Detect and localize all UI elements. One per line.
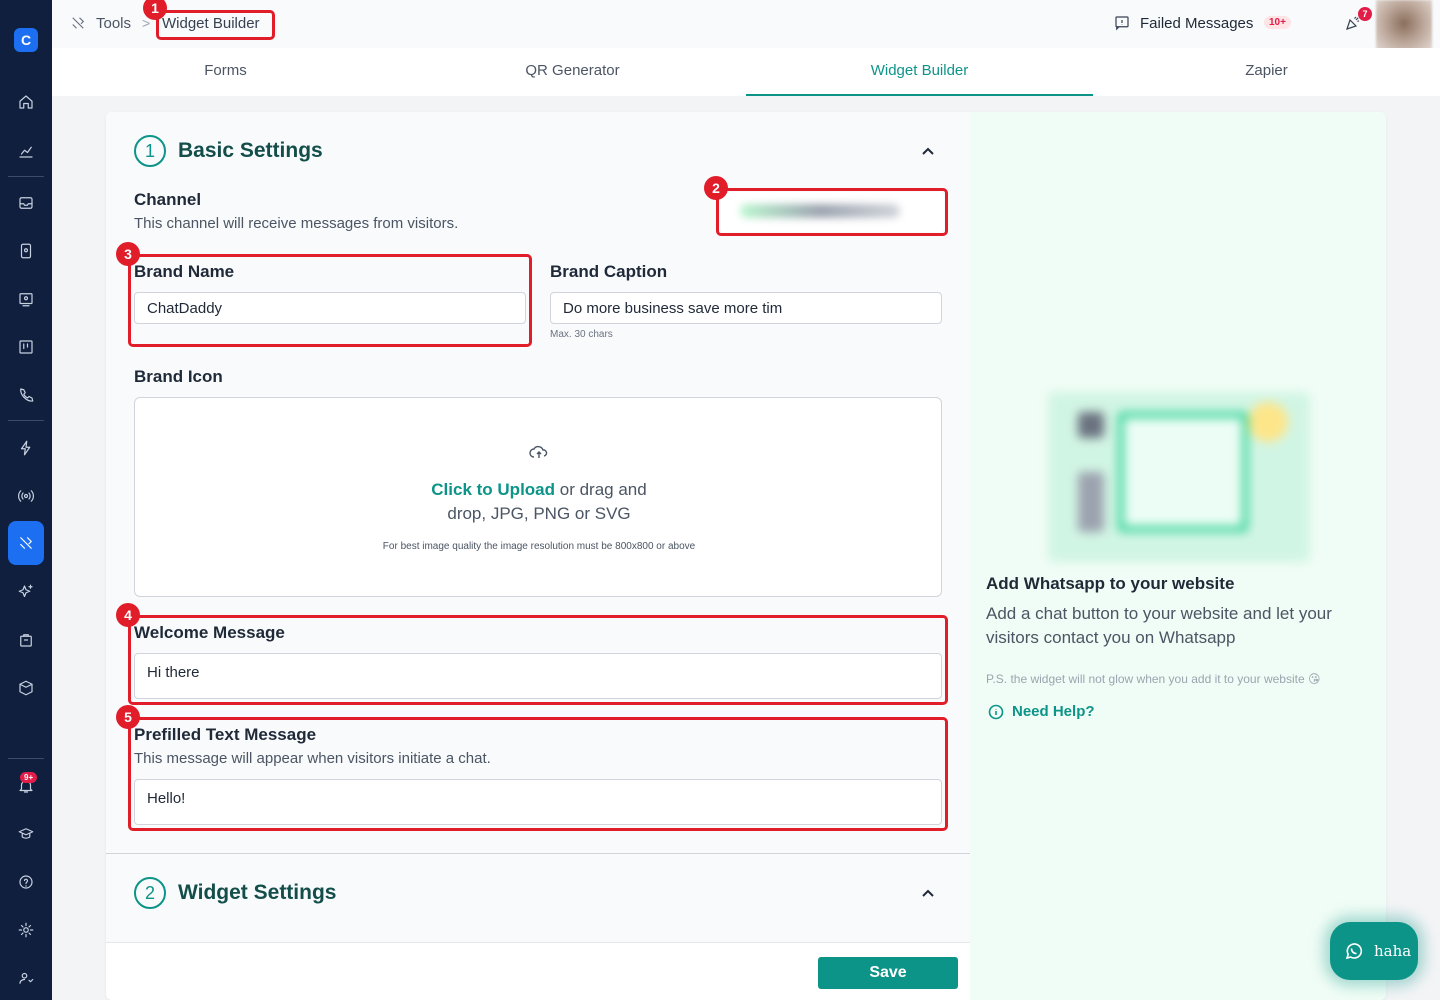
widget-preview-panel: Add Whatsapp to your website Add a chat … xyxy=(970,112,1386,1000)
section-number: 2 xyxy=(134,877,166,909)
kanban-icon[interactable] xyxy=(14,335,38,359)
settings-gear-icon[interactable] xyxy=(14,918,38,942)
prefilled-message-label: Prefilled Text Message xyxy=(134,725,317,744)
announcement-badge: 7 xyxy=(1358,7,1372,21)
brand-caption-hint: Max. 30 chars xyxy=(550,329,613,340)
whatsapp-icon xyxy=(1344,941,1364,961)
need-help-link[interactable]: Need Help? xyxy=(1012,703,1095,720)
failed-messages-link[interactable]: Failed Messages xyxy=(1140,15,1253,32)
channel-description: This channel will receive messages from … xyxy=(134,215,459,232)
chevron-up-icon[interactable] xyxy=(920,144,936,160)
channel-select[interactable] xyxy=(720,192,944,232)
annotation-marker: 2 xyxy=(704,176,728,200)
tab-zapier[interactable]: Zapier xyxy=(1093,48,1440,96)
tools-icon xyxy=(69,14,89,34)
widget-settings-title: Widget Settings xyxy=(178,881,337,904)
top-bar: Tools > Widget Builder Failed Messages 1… xyxy=(52,0,1440,52)
tab-qr-generator[interactable]: QR Generator xyxy=(399,48,746,96)
basic-settings-title: Basic Settings xyxy=(178,139,323,162)
sidebar: C 9+ xyxy=(0,0,52,1000)
welcome-message-label: Welcome Message xyxy=(134,623,285,642)
annotation-marker: 3 xyxy=(116,242,140,266)
brand-icon-dropzone[interactable]: Click to Upload or drag and drop, JPG, P… xyxy=(134,397,942,597)
ai-sparkle-icon[interactable] xyxy=(14,580,38,604)
prefilled-message-description: This message will appear when visitors i… xyxy=(134,750,491,767)
sidebar-divider xyxy=(8,176,44,177)
form-footer: Save xyxy=(106,942,970,1000)
brand-name-input[interactable] xyxy=(134,292,526,324)
automation-icon[interactable] xyxy=(14,436,38,460)
signal-icon[interactable] xyxy=(14,484,38,508)
widget-preview-illustration xyxy=(1048,392,1310,562)
failed-messages-badge: 10+ xyxy=(1264,16,1291,29)
message-alert-icon[interactable] xyxy=(1113,14,1131,32)
cloud-upload-icon xyxy=(529,444,549,460)
upload-instructions-rest: or drag and xyxy=(555,480,647,499)
preview-note: P.S. the widget will not glow when you a… xyxy=(986,672,1321,686)
app-logo[interactable]: C xyxy=(14,28,38,52)
notification-badge: 9+ xyxy=(20,772,38,783)
preview-shape xyxy=(1248,402,1288,442)
team-settings-icon[interactable] xyxy=(14,966,38,990)
click-to-upload-link[interactable]: Click to Upload xyxy=(431,480,555,499)
upload-instructions: Click to Upload or drag and xyxy=(135,480,943,500)
upload-formats: drop, JPG, PNG or SVG xyxy=(447,504,631,523)
sidebar-divider xyxy=(8,420,44,421)
academy-icon[interactable] xyxy=(14,822,38,846)
contacts-icon[interactable] xyxy=(14,239,38,263)
tab-forms[interactable]: Forms xyxy=(52,48,399,96)
user-avatar[interactable] xyxy=(1376,0,1432,52)
preview-window xyxy=(1118,412,1248,532)
save-button[interactable]: Save xyxy=(818,957,958,989)
preview-title: Add Whatsapp to your website xyxy=(986,574,1235,593)
brand-name-label: Brand Name xyxy=(134,262,235,281)
brand-caption-label: Brand Caption xyxy=(550,262,668,281)
brand-icon-label: Brand Icon xyxy=(134,367,223,386)
phone-icon[interactable] xyxy=(14,383,38,407)
shop-icon[interactable] xyxy=(14,628,38,652)
package-icon[interactable] xyxy=(14,676,38,700)
tools-tabs: Forms QR Generator Widget Builder Zapier xyxy=(52,48,1440,96)
whatsapp-widget-button[interactable]: haha xyxy=(1330,922,1418,980)
preview-shape xyxy=(1078,412,1104,438)
section-number: 1 xyxy=(134,135,166,167)
preview-shape xyxy=(1078,472,1104,532)
analytics-icon[interactable] xyxy=(14,139,38,163)
upload-resolution-hint: For best image quality the image resolut… xyxy=(382,541,696,552)
annotation-marker: 4 xyxy=(116,603,140,627)
channel-label: Channel xyxy=(134,190,202,209)
channel-value-redacted xyxy=(740,204,900,218)
info-icon xyxy=(988,704,1004,720)
welcome-message-input[interactable]: Hi there xyxy=(134,653,942,699)
tools-icon[interactable] xyxy=(14,531,38,555)
tab-widget-builder[interactable]: Widget Builder xyxy=(746,48,1093,96)
prefilled-message-input[interactable]: Hello! xyxy=(134,779,942,825)
breadcrumb-current: Widget Builder xyxy=(162,15,260,32)
help-icon[interactable] xyxy=(14,870,38,894)
section-divider xyxy=(106,853,970,854)
sidebar-divider xyxy=(8,758,44,759)
whatsapp-widget-label: haha xyxy=(1374,942,1412,960)
breadcrumb-tools[interactable]: Tools xyxy=(96,15,131,32)
settings-form: 1 Basic Settings Channel This channel wi… xyxy=(106,112,970,1000)
widget-builder-card: 1 Basic Settings Channel This channel wi… xyxy=(106,112,1386,1000)
chevron-up-icon[interactable] xyxy=(920,886,936,902)
brand-caption-input[interactable] xyxy=(550,292,942,324)
inbox-icon[interactable] xyxy=(14,191,38,215)
broadcast-icon[interactable] xyxy=(14,287,38,311)
annotation-marker: 5 xyxy=(116,705,140,729)
home-icon[interactable] xyxy=(14,90,38,114)
preview-description: Add a chat button to your website and le… xyxy=(986,604,1332,647)
